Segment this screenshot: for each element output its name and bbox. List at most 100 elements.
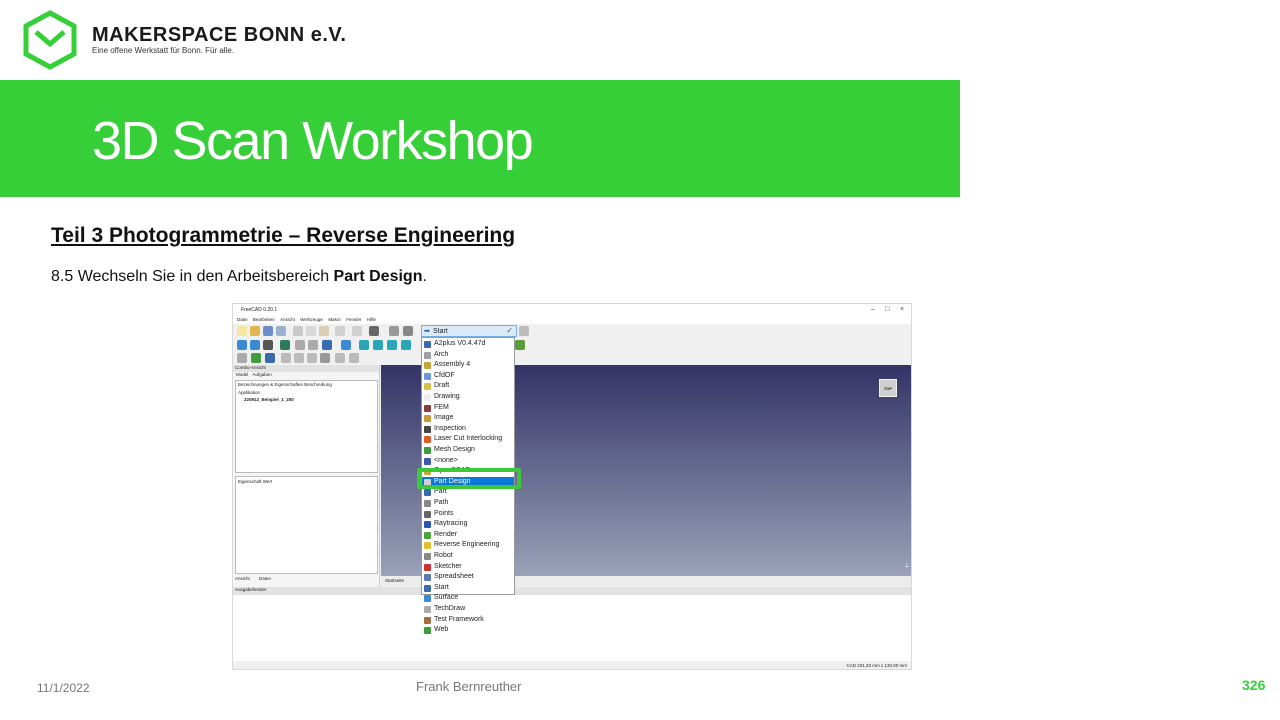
nav-forward-icon[interactable] [294, 353, 304, 363]
save-icon[interactable] [263, 326, 273, 336]
workbench-item[interactable]: Start [422, 583, 514, 594]
workbench-item[interactable]: Raytracing [422, 519, 514, 530]
workbench-item[interactable]: A2plus V0.4.47d [422, 339, 514, 350]
undo-icon[interactable] [335, 326, 345, 336]
paste-icon[interactable] [319, 326, 329, 336]
maximize-button[interactable]: □ [885, 306, 889, 313]
menu-datei[interactable]: Datei [237, 317, 248, 322]
back-nav-icon[interactable] [295, 340, 305, 350]
workbench-item[interactable]: Robot [422, 551, 514, 562]
open-file-icon[interactable] [250, 326, 260, 336]
play-macro-icon[interactable] [519, 326, 529, 336]
workbench-item[interactable]: Spreadsheet [422, 572, 514, 583]
tree-application[interactable]: Applikation [238, 390, 260, 395]
forward-nav-icon[interactable] [308, 340, 318, 350]
workbench-item[interactable]: Web [422, 625, 514, 636]
workbench-item[interactable]: Render [422, 530, 514, 541]
slide-title: 3D Scan Workshop [92, 111, 534, 171]
status-bar: CAD 231,33 mm x 130,00 mm [233, 661, 911, 669]
tab-daten[interactable]: Daten [259, 576, 271, 581]
cut-icon[interactable] [293, 326, 303, 336]
workbench-item[interactable]: FEM [422, 403, 514, 414]
new-file-icon[interactable] [237, 326, 247, 336]
stereo-icon[interactable] [280, 340, 290, 350]
nav-back-icon[interactable] [281, 353, 291, 363]
zoom-out-icon[interactable] [349, 353, 359, 363]
stop-icon[interactable] [320, 353, 330, 363]
freecad-window: FreeCAD 0.20.1 – □ × Datei Bearbeiten An… [232, 303, 912, 670]
refresh-icon[interactable] [389, 326, 399, 336]
workbench-item-label: Laser Cut Interlocking [434, 435, 503, 443]
workbench-item[interactable]: Inspection [422, 424, 514, 435]
workbench-item[interactable]: Surface [422, 593, 514, 604]
workbench-item[interactable]: Reverse Engineering [422, 540, 514, 551]
right-view-icon[interactable] [387, 340, 397, 350]
workbench-item[interactable]: Path [422, 498, 514, 509]
workbench-item[interactable]: CfdOF [422, 371, 514, 382]
workbench-item[interactable]: TechDraw [422, 604, 514, 615]
macro-icon[interactable] [369, 326, 379, 336]
title-banner: 3D Scan Workshop [0, 80, 960, 197]
workbench-item-label: Path [434, 499, 449, 506]
sync-icon[interactable] [307, 353, 317, 363]
workbench-item[interactable]: Mesh Design [422, 445, 514, 456]
close-button[interactable]: × [900, 306, 904, 313]
workbench-item-label: TechDraw [434, 605, 466, 612]
workbench-item[interactable]: Image [422, 413, 514, 424]
workbench-item-label: Image [434, 414, 454, 422]
menu-bearbeiten[interactable]: Bearbeiten [253, 317, 275, 322]
workbench-item[interactable]: Sketcher [422, 562, 514, 573]
workbench-icon [424, 531, 431, 539]
workbench-item[interactable]: Arch [422, 350, 514, 361]
workbench-item[interactable]: Assembly 4 [422, 360, 514, 371]
workbench-item[interactable]: Draft [422, 381, 514, 392]
print-icon[interactable] [276, 326, 286, 336]
workbench-item[interactable]: Drawing [422, 392, 514, 403]
tab-aufgaben[interactable]: Aufgaben [253, 372, 272, 377]
zoom-in-icon[interactable] [335, 353, 345, 363]
chevron-down-icon[interactable]: ✓ [506, 326, 513, 335]
combo-view-panel: Combo-Ansicht Model Aufgaben Bezeichnung… [233, 365, 380, 587]
minimize-button[interactable]: – [871, 306, 875, 313]
menu-fenster[interactable]: Fenster [346, 317, 361, 322]
front-view-icon[interactable] [359, 340, 369, 350]
isometric-view-icon[interactable] [341, 340, 351, 350]
menu-makro[interactable]: Makro [328, 317, 341, 322]
whats-this-icon[interactable] [403, 326, 413, 336]
menu-werkzeuge[interactable]: Werkzeuge [300, 317, 323, 322]
workbench-icon [424, 425, 431, 433]
navigation-cube[interactable]: TOP [879, 379, 897, 397]
menu-ansicht[interactable]: Ansicht [280, 317, 295, 322]
workbench-icon [424, 457, 431, 465]
output-window-header: Ausgabefenster [233, 587, 911, 595]
workbench-icon [424, 383, 431, 391]
top-view-icon[interactable] [373, 340, 383, 350]
draw-style-icon[interactable] [263, 340, 273, 350]
workbench-icon [424, 447, 431, 454]
link-icon[interactable] [251, 353, 261, 363]
tree-document[interactable]: 220912_Beispiel_1_200 [244, 397, 294, 402]
output-window [233, 595, 911, 661]
redo-icon[interactable] [352, 326, 362, 336]
measure-icon[interactable] [515, 340, 525, 350]
workbench-item[interactable]: Test Framework [422, 615, 514, 626]
workbench-selected-label: Start [433, 328, 448, 335]
part-icon[interactable] [237, 353, 247, 363]
instruction-prefix: 8.5 Wechseln Sie in den Arbeitsbereich [51, 268, 334, 285]
arrow-right-icon[interactable] [265, 353, 275, 363]
rear-view-icon[interactable] [401, 340, 411, 350]
box-selection-icon[interactable] [322, 340, 332, 350]
fit-selection-icon[interactable] [250, 340, 260, 350]
workbench-item[interactable]: <none> [422, 456, 514, 467]
fit-all-icon[interactable] [237, 340, 247, 350]
workbench-icon [424, 616, 431, 624]
workbench-selector[interactable]: ➡ Start ✓ [421, 325, 517, 337]
workbench-icon [424, 351, 431, 359]
workbench-item[interactable]: Laser Cut Interlocking [422, 434, 514, 445]
workbench-item[interactable]: Points [422, 509, 514, 520]
tab-model[interactable]: Model [236, 372, 248, 377]
copy-icon[interactable] [306, 326, 316, 336]
tab-ansicht[interactable]: Ansicht [235, 576, 250, 581]
menu-hilfe[interactable]: Hilfe [367, 317, 376, 322]
workbench-icon [424, 595, 431, 603]
